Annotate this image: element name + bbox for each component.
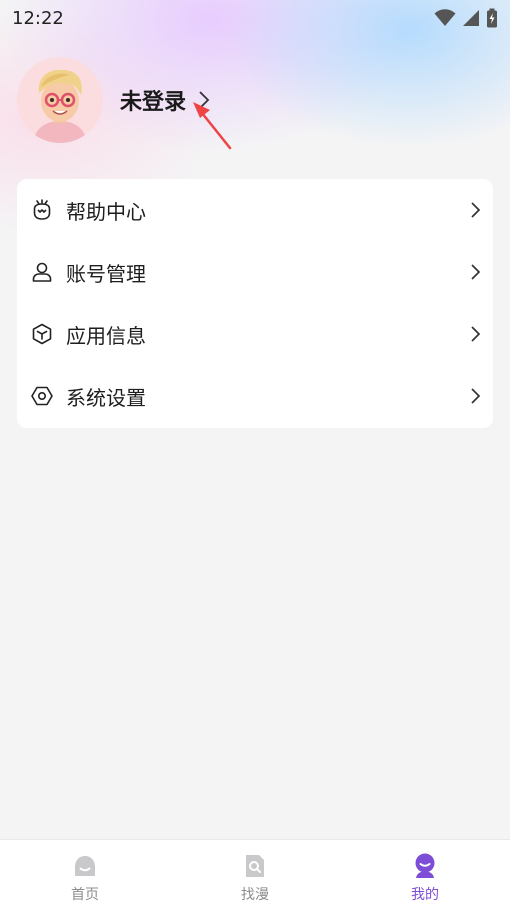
status-bar: 12:22 [0,0,510,36]
menu-item-account[interactable]: 账号管理 [17,241,493,303]
tab-label: 首页 [71,887,99,903]
tab-home[interactable]: 首页 [0,840,170,907]
wifi-icon [434,9,456,26]
profile-header: 未登录 [17,57,210,143]
app-info-icon [30,322,54,346]
home-icon [75,856,95,876]
tab-label: 找漫 [241,887,269,903]
chevron-right-icon [470,325,481,343]
tab-find-comics[interactable]: 找漫 [170,840,340,907]
chevron-right-icon [470,387,481,405]
tab-label: 我的 [411,887,439,903]
menu-item-label: 帮助中心 [66,199,146,224]
menu-card: 帮助中心 账号管理 应用信息 系统设置 [17,179,493,428]
cellular-signal-icon [463,10,479,26]
search-comic-icon [246,855,264,877]
menu-item-label: 系统设置 [66,385,146,410]
menu-item-label: 账号管理 [66,261,146,286]
menu-item-app-info[interactable]: 应用信息 [17,303,493,365]
help-center-icon [30,198,54,222]
settings-icon [30,384,54,408]
menu-item-help-center[interactable]: 帮助中心 [17,179,493,241]
chevron-right-icon [470,201,481,219]
tab-mine[interactable]: 我的 [340,840,510,907]
bottom-tab-bar: 首页 找漫 我的 [0,839,510,907]
battery-icon [487,8,497,28]
profile-icon [415,853,435,878]
login-label: 未登录 [120,90,187,115]
avatar-illustration [17,57,103,143]
annotation-arrow [193,102,232,150]
menu-item-settings[interactable]: 系统设置 [17,365,493,427]
menu-item-label: 应用信息 [66,323,146,348]
status-time: 12:22 [12,7,64,29]
status-icons [434,8,498,28]
account-icon [30,260,54,284]
chevron-right-icon [470,263,481,281]
avatar[interactable] [17,57,103,143]
